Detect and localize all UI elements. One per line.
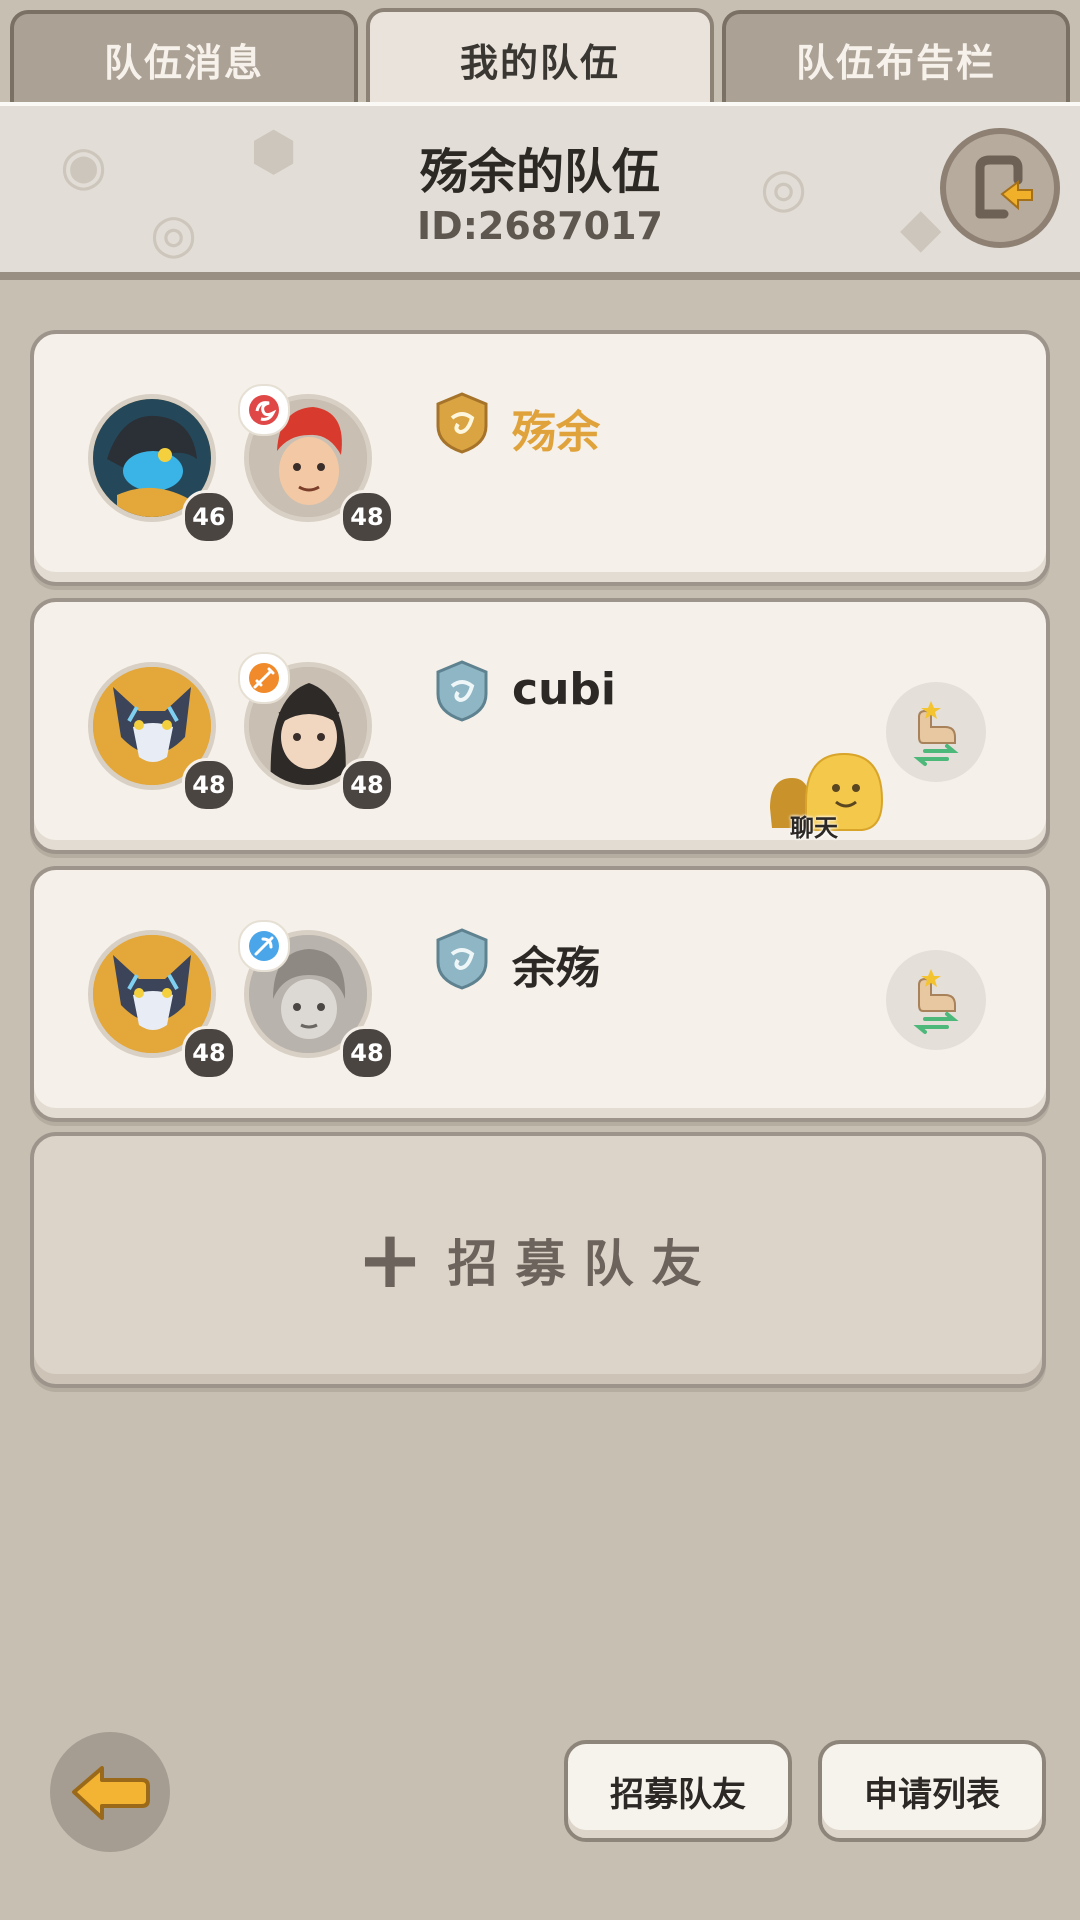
member-card-leader[interactable]: 46 48 殇余 [30,330,1050,586]
character-level-badge: 48 [340,490,394,544]
team-name: 殇余的队伍 [419,144,660,200]
back-arrow-icon [72,1766,150,1820]
pet-level-badge: 48 [182,1026,236,1080]
swap-hand-icon [913,969,959,1034]
pet-level-badge: 48 [182,758,236,812]
member-name: 余殇 [512,943,600,994]
character-level-badge: 48 [340,758,394,812]
back-button[interactable] [50,1732,170,1852]
swap-member-button[interactable] [886,682,986,782]
team-id: ID:2687017 [417,204,663,248]
pet-level-badge: 46 [182,490,236,544]
recruit-button[interactable]: 招募队友 [564,1740,792,1842]
magic-icon [249,931,279,961]
character-level-badge: 48 [340,1026,394,1080]
chat-label[interactable]: 聊天 [790,808,838,843]
sword-icon [249,663,279,693]
class-badge [238,920,290,972]
member-shield-icon [436,660,488,722]
apply-list-button[interactable]: 申请列表 [818,1740,1046,1842]
tab-team-bulletin[interactable]: 队伍布告栏 [722,10,1070,104]
member-name: 殇余 [512,407,600,458]
member-card[interactable]: 48 48 cubi [30,598,1050,854]
leave-team-button[interactable] [940,128,1060,248]
member-card[interactable]: 48 48 余殇 [30,866,1050,1122]
tab-bar: 队伍消息 我的队伍 队伍布告栏 [0,0,1080,106]
plus-icon: + [356,1213,424,1306]
leader-shield-icon [436,392,488,454]
recruit-slot-button[interactable]: + 招募队友 [30,1132,1046,1388]
member-name: cubi [512,664,616,715]
recruit-slot-label: 招募队友 [447,1235,720,1293]
tab-team-messages[interactable]: 队伍消息 [10,10,358,104]
class-badge [238,652,290,704]
swap-member-button[interactable] [886,950,986,1050]
swap-hand-icon [913,701,959,766]
member-shield-icon [436,928,488,990]
exit-door-icon [975,155,1033,219]
team-header: ◉ ⬢ ◎ ◎ ◆ 殇余的队伍 ID:2687017 [0,102,1080,280]
class-badge [238,384,290,436]
fire-swirl-icon [249,395,279,425]
tab-my-team[interactable]: 我的队伍 [366,8,714,106]
